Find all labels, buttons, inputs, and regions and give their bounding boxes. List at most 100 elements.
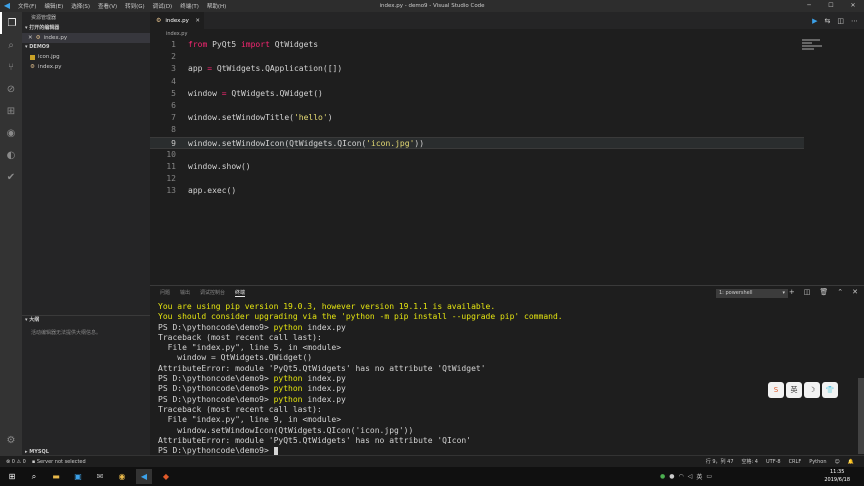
menu-item[interactable]: 编辑(E) — [44, 2, 63, 10]
code-line[interactable]: 11 window.show() — [150, 161, 804, 173]
database-icon[interactable]: ◉ — [0, 122, 22, 144]
skin-icon[interactable]: 👕 — [822, 382, 838, 398]
menu-item[interactable]: 转到(G) — [125, 2, 145, 10]
code-line[interactable]: 13 app.exec() — [150, 185, 804, 197]
wifi-icon[interactable]: ◠ — [679, 473, 684, 480]
checkmark-icon[interactable]: ✔ — [0, 166, 22, 188]
menu-item[interactable]: 查看(V) — [98, 2, 117, 10]
file-explorer-icon[interactable]: ▬ — [48, 469, 64, 484]
code-token: window.show() — [188, 162, 251, 171]
open-editors-title: 打开的编辑器 — [29, 25, 60, 31]
split-editor-icon[interactable]: ◫ — [837, 17, 844, 25]
line-number: 11 — [166, 162, 176, 171]
code-line[interactable]: 5 window = QtWidgets.QWidget() — [150, 88, 804, 100]
windows-start-icon[interactable]: ⊞ — [4, 469, 20, 484]
minimize-icon[interactable]: ─ — [798, 0, 820, 12]
menu-item[interactable]: 选择(S) — [71, 2, 90, 10]
menu-item[interactable]: 帮助(H) — [207, 2, 226, 10]
code-token: window — [188, 88, 222, 98]
image-file-icon — [30, 54, 35, 60]
input-method-icon[interactable]: 英 — [696, 472, 702, 481]
run-icon[interactable]: ▶ — [812, 17, 817, 25]
chrome-icon[interactable]: ◉ — [114, 469, 130, 484]
menu-item[interactable]: 终端(T) — [180, 2, 199, 10]
gear-icon[interactable]: ⚙ — [0, 429, 22, 451]
notification-icon[interactable]: ▭ — [706, 473, 712, 480]
search-icon[interactable]: ⌕ — [26, 469, 42, 484]
store-icon[interactable]: ▣ — [70, 469, 86, 484]
warning-count: 0 — [22, 459, 26, 465]
code-line[interactable]: 7 window.setWindowTitle('hello') — [150, 112, 804, 124]
folder-section[interactable]: ▾ DEMO9 — [22, 43, 150, 52]
split-terminal-icon[interactable]: ◫ — [804, 288, 811, 296]
clock-time: 11:35 — [829, 469, 845, 475]
sogou-icon[interactable]: S — [768, 382, 784, 398]
menu-item[interactable]: 文件(F) — [18, 2, 36, 10]
menu-item[interactable]: 调试(D) — [153, 2, 173, 10]
chevron-up-icon[interactable]: ⌃ — [837, 288, 843, 296]
terminal-scrollbar[interactable] — [858, 378, 864, 454]
code-line[interactable]: 8 — [150, 124, 804, 136]
open-editors-section[interactable]: ▾ 打开的编辑器 — [22, 24, 150, 33]
close-icon[interactable]: ✕ — [842, 0, 864, 12]
mail-icon[interactable]: ✉ — [92, 469, 108, 484]
code-line[interactable]: 6 — [150, 100, 804, 112]
vscode-taskbar-icon[interactable]: ◀ — [136, 469, 152, 484]
add-terminal-icon[interactable]: + — [789, 288, 795, 296]
explorer-icon[interactable]: ❐ — [0, 12, 22, 34]
python-file-icon: ⚙ — [156, 17, 162, 24]
code-line[interactable]: 10 — [150, 149, 804, 161]
code-editor[interactable]: 1 from PyQt5 import QtWidgets 2 3 app = QtWi… — [150, 39, 864, 285]
panel-tab[interactable]: 终端 — [235, 289, 246, 297]
app-tray-icon[interactable]: ● — [669, 473, 674, 480]
error-count: 0 — [11, 459, 15, 465]
code-line[interactable]: 3 app = QtWidgets.QApplication([]) — [150, 63, 804, 75]
code-line[interactable]: 9 window.setWindowIcon(QtWidgets.QIcon('i… — [150, 136, 804, 149]
code-line[interactable]: 1 from PyQt5 import QtWidgets — [150, 39, 804, 51]
code-token: QtWidgets — [269, 40, 319, 49]
source-control-icon[interactable]: ⑂ — [0, 56, 22, 78]
wechat-icon[interactable]: ● — [660, 473, 665, 480]
tab-index-py[interactable]: ⚙ index.py ✕ — [150, 12, 204, 29]
outline-empty-message: 活动编辑器无法提供大纲信息。 — [31, 330, 102, 336]
maximize-icon[interactable]: ☐ — [820, 0, 842, 12]
extensions-icon[interactable]: ⊞ — [0, 100, 22, 122]
volume-icon[interactable]: ◁ — [688, 473, 693, 480]
panel-tab[interactable]: 问题 — [160, 289, 170, 297]
clock[interactable]: 11:35 2019/6/18 — [824, 468, 850, 484]
trash-icon[interactable]: 🗑 — [819, 288, 828, 296]
more-actions-icon[interactable]: ⋯ — [851, 17, 858, 25]
english-mode-icon[interactable]: 英 — [786, 382, 802, 398]
code-line[interactable]: 12 — [150, 173, 804, 185]
panel-tab[interactable]: 调试控制台 — [200, 289, 225, 297]
code-text: window.setWindowTitle('hello') — [188, 112, 333, 124]
line-number: 13 — [166, 186, 176, 196]
terminal-select-value: 1: powershell — [719, 290, 753, 296]
moon-icon[interactable]: ☽ — [804, 382, 820, 398]
breadcrumb[interactable]: index.py — [150, 29, 864, 39]
panel-tab[interactable]: 输出 — [180, 289, 190, 297]
code-token: from — [188, 40, 208, 49]
code-line[interactable]: 2 — [150, 51, 804, 63]
title-bar: ◀ 文件(F) 编辑(E) 选择(S) 查看(V) 转到(G) 调试(D) 终端(T) 帮助(… — [0, 0, 864, 12]
debug-icon[interactable]: ⊘ — [0, 78, 22, 100]
compare-icon[interactable]: ⇆ — [825, 17, 831, 25]
terminal-select[interactable]: 1: powershell ▾ — [716, 289, 788, 298]
terminal-output[interactable]: You are using pip version 19.0.3, howeve… — [158, 302, 848, 456]
outline-section[interactable]: ▾ 大纲 — [22, 316, 150, 325]
close-icon[interactable]: ✕ — [28, 33, 33, 43]
app-icon[interactable]: ◆ — [158, 469, 174, 484]
file-item-index-py[interactable]: ⚙ index.py — [22, 62, 150, 72]
outline-panel: ▾ 大纲 活动编辑器无法提供大纲信息。 — [22, 315, 150, 340]
code-line[interactable]: 4 — [150, 76, 804, 88]
close-icon[interactable]: ✕ — [195, 18, 200, 24]
taskbar: ⊞ ⌕ ▬ ▣ ✉ ◉ ◀ ◆ ● ● ◠ ◁ 英 ▭ 11:35 2019/6… — [0, 467, 864, 486]
open-editor-item[interactable]: ✕ ⚙ index.py — [22, 33, 150, 43]
file-item-icon-jpg[interactable]: icon.jpg — [22, 52, 150, 62]
line-number: 9 — [171, 138, 176, 148]
minimap[interactable] — [802, 39, 828, 53]
terminal-command: python — [273, 374, 303, 384]
search-icon[interactable]: ⌕ — [0, 34, 22, 56]
close-panel-icon[interactable]: ✕ — [852, 288, 858, 296]
remote-icon[interactable]: ◐ — [0, 144, 22, 166]
